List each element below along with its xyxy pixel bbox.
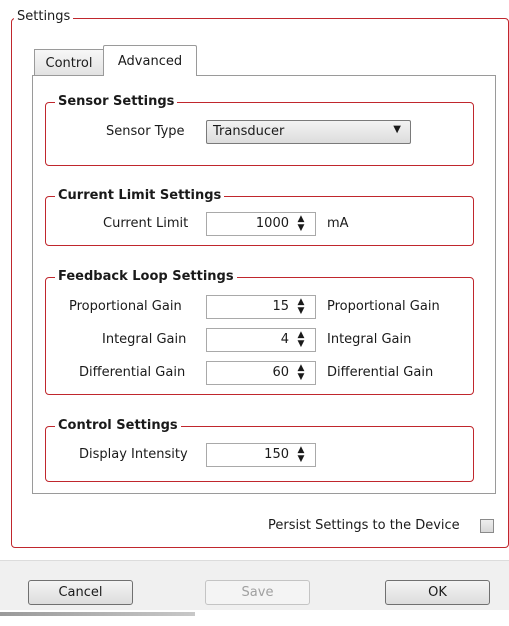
display-intensity-stepper[interactable]: 150 ▲ ▼ <box>206 443 316 467</box>
current-limit-label: Current Limit <box>103 216 189 231</box>
tab-advanced[interactable]: Advanced <box>103 45 197 76</box>
integral-gain-stepper[interactable]: 4 ▲ ▼ <box>206 328 316 352</box>
proportional-gain-label: Proportional Gain <box>69 299 182 314</box>
save-button[interactable]: Save <box>205 580 310 605</box>
proportional-gain-stepper[interactable]: 15 ▲ ▼ <box>206 295 316 319</box>
differential-gain-label: Differential Gain <box>79 365 186 380</box>
sensor-type-dropdown[interactable]: Transducer ▼ <box>206 120 411 144</box>
tab-control[interactable]: Control <box>34 49 104 75</box>
spinner-arrows-icon[interactable]: ▲ ▼ <box>295 298 307 316</box>
proportional-gain-suffix: Proportional Gain <box>327 299 440 314</box>
spinner-arrows-icon[interactable]: ▲ ▼ <box>295 215 307 233</box>
sensor-type-value: Transducer <box>213 124 285 139</box>
current-limit-settings-title: Current Limit Settings <box>55 188 225 204</box>
cancel-button[interactable]: Cancel <box>28 580 133 605</box>
integral-gain-suffix: Integral Gain <box>327 332 412 347</box>
sensor-type-label: Sensor Type <box>106 124 185 139</box>
settings-group-title: Settings <box>14 9 74 25</box>
chevron-down-icon: ▼ <box>393 124 401 135</box>
differential-gain-suffix: Differential Gain <box>327 365 434 380</box>
sensor-settings-title: Sensor Settings <box>55 94 178 110</box>
spinner-arrows-icon[interactable]: ▲ ▼ <box>295 446 307 464</box>
display-intensity-label: Display Intensity <box>79 447 188 462</box>
ok-button[interactable]: OK <box>385 580 490 605</box>
current-limit-value: 1000 <box>255 216 289 231</box>
differential-gain-stepper[interactable]: 60 ▲ ▼ <box>206 361 316 385</box>
integral-gain-label: Integral Gain <box>102 332 187 347</box>
persist-settings-label: Persist Settings to the Device <box>268 518 460 533</box>
feedback-loop-settings-title: Feedback Loop Settings <box>55 269 237 285</box>
spinner-arrows-icon[interactable]: ▲ ▼ <box>295 364 307 382</box>
display-intensity-value: 150 <box>264 447 289 462</box>
current-limit-stepper[interactable]: 1000 ▲ ▼ <box>206 212 316 236</box>
progress-strip <box>0 612 195 616</box>
proportional-gain-value: 15 <box>272 299 289 314</box>
integral-gain-value: 4 <box>280 332 289 347</box>
spinner-arrows-icon[interactable]: ▲ ▼ <box>295 331 307 349</box>
current-limit-unit: mA <box>327 216 349 231</box>
differential-gain-value: 60 <box>272 365 289 380</box>
persist-settings-checkbox[interactable] <box>480 519 494 533</box>
control-settings-title: Control Settings <box>55 418 181 434</box>
